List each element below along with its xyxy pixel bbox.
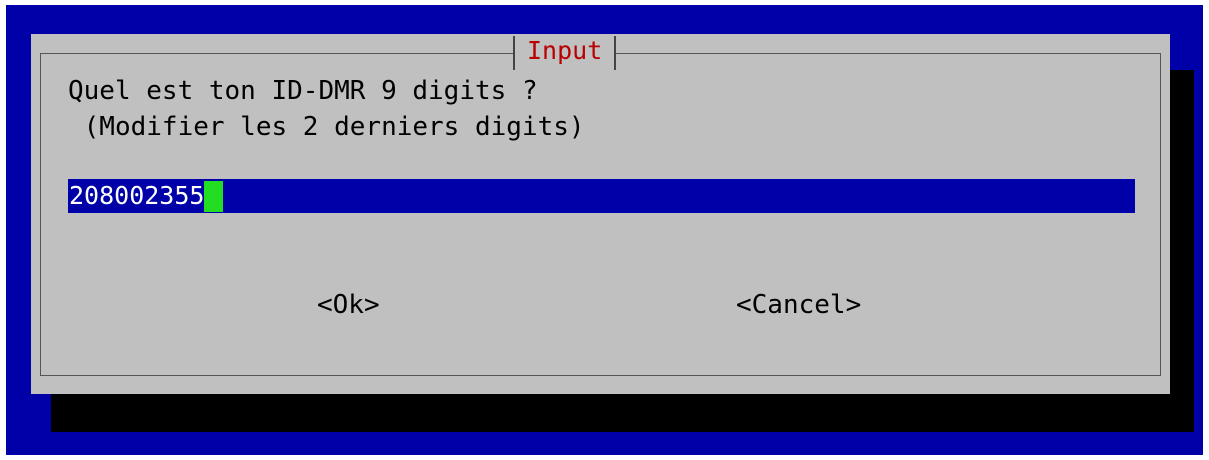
- prompt-line-1: Quel est ton ID-DMR 9 digits ?: [68, 76, 538, 106]
- dialog-prompt: Quel est ton ID-DMR 9 digits ? (Modifier…: [68, 73, 585, 145]
- input-value: 208002355: [69, 181, 205, 210]
- cancel-button[interactable]: <Cancel>: [736, 288, 861, 322]
- text-cursor: [204, 181, 224, 212]
- prompt-line-2: (Modifier les 2 derniers digits): [68, 112, 585, 142]
- dmr-id-input[interactable]: 208002355: [68, 179, 1135, 213]
- ok-button[interactable]: <Ok>: [317, 288, 380, 322]
- dialog-title: Input: [513, 36, 617, 70]
- input-value-wrapper: 208002355: [69, 179, 224, 213]
- input-dialog: Input Quel est ton ID-DMR 9 digits ? (Mo…: [31, 34, 1170, 394]
